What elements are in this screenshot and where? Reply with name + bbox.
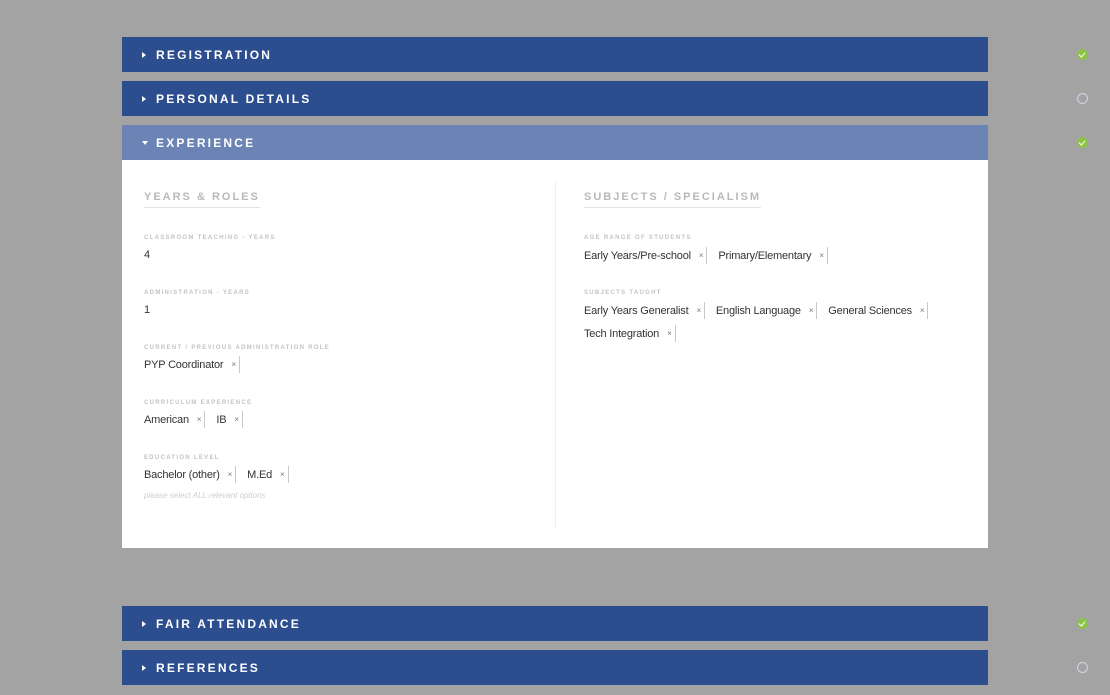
tag-label: General Sciences bbox=[828, 304, 912, 317]
education-select[interactable]: Bachelor (other) × M.Ed × bbox=[144, 466, 524, 483]
tag-label: Early Years Generalist bbox=[584, 304, 689, 317]
section-registration-header[interactable]: REGISTRATION bbox=[122, 37, 1088, 72]
empty-circle-icon bbox=[1077, 93, 1088, 104]
selected-tag: Bachelor (other) × bbox=[144, 466, 237, 483]
section-personal-details-header[interactable]: PERSONAL DETAILS bbox=[122, 81, 1088, 116]
remove-tag-icon[interactable]: × bbox=[696, 306, 701, 315]
admin-years-field[interactable]: 1 bbox=[144, 304, 150, 316]
remove-tag-icon[interactable]: × bbox=[667, 329, 672, 338]
selected-tag: English Language × bbox=[715, 302, 818, 319]
check-circle-icon bbox=[1077, 618, 1088, 629]
remove-tag-icon[interactable]: × bbox=[234, 415, 239, 424]
tag-label: American bbox=[144, 413, 189, 426]
section-title: PERSONAL DETAILS bbox=[156, 91, 312, 106]
curriculum-select[interactable]: American × IB × bbox=[144, 411, 524, 428]
selected-tag: IB × bbox=[216, 411, 243, 428]
check-circle-icon bbox=[1077, 49, 1088, 60]
age-range-label: AGE RANGE OF STUDENTS bbox=[584, 235, 692, 241]
classroom-years-label: CLASSROOM TEACHING - YEARS bbox=[144, 235, 276, 241]
remove-tag-icon[interactable]: × bbox=[228, 470, 233, 479]
tag-label: Primary/Elementary bbox=[718, 249, 812, 262]
tag-label: Tech Integration bbox=[584, 327, 660, 340]
caret-right-icon bbox=[142, 95, 146, 102]
section-title: EXPERIENCE bbox=[156, 135, 256, 150]
remove-tag-icon[interactable]: × bbox=[197, 415, 202, 424]
classroom-years-field[interactable]: 4 bbox=[144, 249, 150, 261]
caret-right-icon bbox=[142, 51, 146, 58]
remove-tag-icon[interactable]: × bbox=[920, 306, 925, 315]
caret-down-icon bbox=[142, 140, 148, 145]
selected-tag: American × bbox=[144, 411, 206, 428]
caret-right-icon bbox=[142, 620, 146, 627]
selected-tag: Tech Integration × bbox=[584, 325, 676, 342]
column-divider bbox=[555, 182, 556, 528]
years-roles-heading: YEARS & ROLES bbox=[144, 191, 260, 208]
check-circle-icon bbox=[1077, 137, 1088, 148]
age-range-select[interactable]: Early Years/Pre-school × Primary/Elementar… bbox=[584, 247, 964, 264]
remove-tag-icon[interactable]: × bbox=[231, 360, 236, 369]
subjects-taught-label: SUBJECTS TAUGHT bbox=[584, 290, 662, 296]
tag-label: English Language bbox=[715, 304, 801, 317]
admin-role-select[interactable]: PYP Coordinator × bbox=[144, 356, 524, 373]
subjects-taught-select[interactable]: Early Years Generalist × English Language ×… bbox=[584, 302, 964, 342]
education-hint: please select ALL relevant options bbox=[144, 491, 266, 500]
tag-label: M.Ed bbox=[247, 468, 273, 481]
tag-label: Bachelor (other) bbox=[144, 468, 220, 481]
admin-years-label: ADMINISTRATION - YEARS bbox=[144, 290, 251, 296]
selected-tag: M.Ed × bbox=[247, 466, 289, 483]
selected-tag: Early Years/Pre-school × bbox=[584, 247, 708, 264]
selected-tag: Early Years Generalist × bbox=[584, 302, 705, 319]
selected-tag: Primary/Elementary × bbox=[718, 247, 828, 264]
section-fair-attendance-header[interactable]: FAIR ATTENDANCE bbox=[122, 606, 1088, 641]
section-experience-header[interactable]: EXPERIENCE bbox=[122, 125, 1088, 160]
selected-tag: General Sciences × bbox=[828, 302, 929, 319]
remove-tag-icon[interactable]: × bbox=[280, 470, 285, 479]
tag-label: PYP Coordinator bbox=[144, 358, 224, 371]
remove-tag-icon[interactable]: × bbox=[809, 306, 814, 315]
experience-panel: YEARS & ROLES CLASSROOM TEACHING - YEARS… bbox=[122, 160, 988, 548]
tag-label: IB bbox=[216, 413, 227, 426]
subjects-heading: SUBJECTS / SPECIALISM bbox=[584, 191, 762, 208]
section-title: FAIR ATTENDANCE bbox=[156, 616, 301, 631]
tag-label: Early Years/Pre-school bbox=[584, 249, 691, 262]
curriculum-label: CURRICULUM EXPERIENCE bbox=[144, 400, 253, 406]
admin-role-label: CURRENT / PREVIOUS ADMINISTRATION ROLE bbox=[144, 345, 331, 351]
section-references-header[interactable]: REFERENCES bbox=[122, 650, 1088, 685]
remove-tag-icon[interactable]: × bbox=[699, 251, 704, 260]
selected-tag: PYP Coordinator × bbox=[144, 356, 240, 373]
section-title: REGISTRATION bbox=[156, 47, 273, 62]
empty-circle-icon bbox=[1077, 662, 1088, 673]
section-title: REFERENCES bbox=[156, 660, 261, 675]
education-label: EDUCATION LEVEL bbox=[144, 455, 220, 461]
remove-tag-icon[interactable]: × bbox=[819, 251, 824, 260]
caret-right-icon bbox=[142, 664, 146, 671]
